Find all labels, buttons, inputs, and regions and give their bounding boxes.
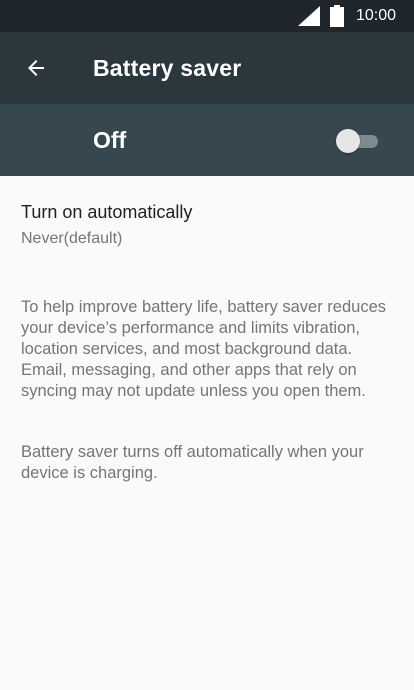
preference-title: Turn on automatically: [21, 202, 193, 222]
arrow-left-icon: [28, 60, 44, 76]
app-toolbar: Battery saver: [0, 32, 414, 104]
signal-icon: [298, 6, 320, 26]
status-time: 10:00: [356, 7, 397, 24]
battery-saver-toggle[interactable]: [334, 128, 382, 154]
switch-state-label: Off: [93, 127, 127, 153]
preference-summary: Never(default): [21, 230, 123, 247]
battery-icon: [330, 5, 344, 27]
turn-on-automatically-preference[interactable]: Turn on automatically Never(default): [0, 188, 414, 260]
toggle-thumb: [336, 129, 360, 153]
settings-content: Turn on automatically Never(default) To …: [0, 176, 414, 690]
page-title: Battery saver: [93, 55, 242, 81]
back-button[interactable]: [20, 52, 52, 84]
battery-saver-description: To help improve battery life, battery sa…: [21, 298, 387, 400]
battery-saver-switch-bar[interactable]: Off: [0, 104, 414, 176]
status-bar: 10:00: [0, 0, 414, 32]
charging-note: Battery saver turns off automatically wh…: [21, 443, 364, 482]
